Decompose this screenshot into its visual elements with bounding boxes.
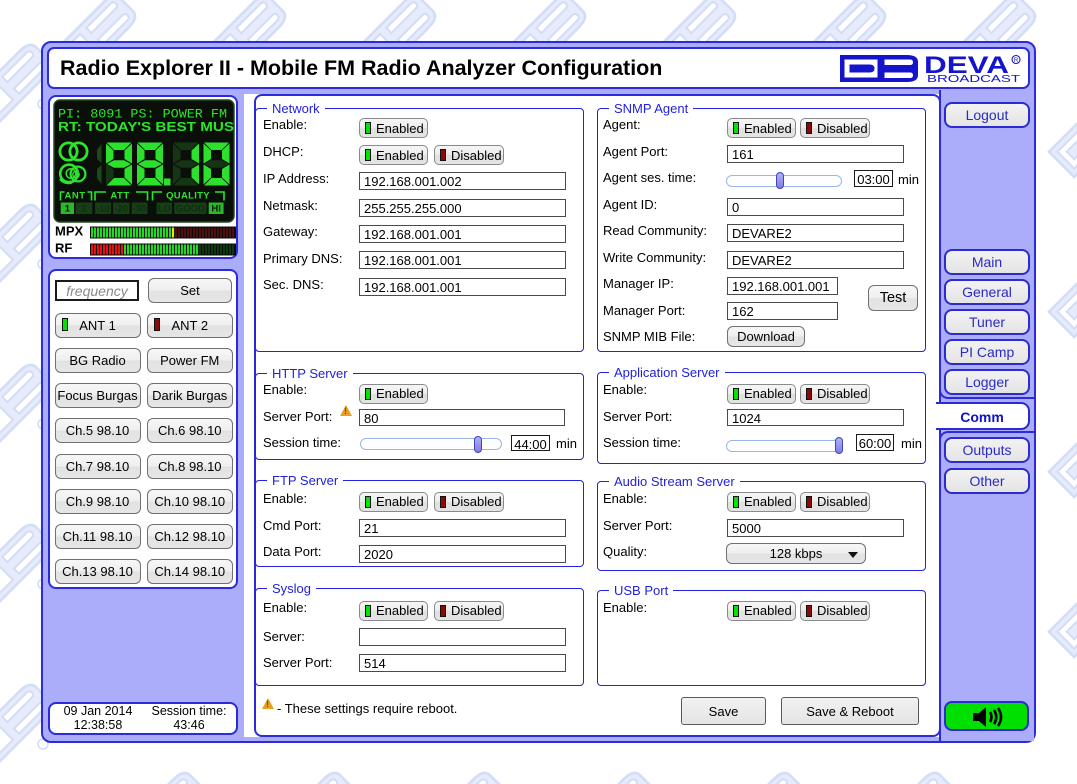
svg-text:R: R <box>1014 58 1019 64</box>
svg-text:ATT: ATT <box>110 191 129 202</box>
svg-text:RT: TODAY'S BEST MUS: RT: TODAY'S BEST MUS <box>58 120 234 134</box>
svg-text:LO: LO <box>158 204 171 215</box>
svg-text:ANT: ANT <box>64 191 85 202</box>
svg-text:1: 1 <box>65 204 71 215</box>
svg-text:RF: RF <box>55 241 72 256</box>
svg-text:-30: -30 <box>133 204 147 215</box>
svg-text:-10: -10 <box>96 204 110 215</box>
svg-text:GOOD: GOOD <box>176 204 205 215</box>
svg-text:-20: -20 <box>114 204 128 215</box>
svg-text:BROADCAST: BROADCAST <box>927 73 1021 85</box>
svg-text:HI: HI <box>211 204 221 215</box>
svg-text:MPX: MPX <box>55 224 84 239</box>
svg-text:2: 2 <box>81 204 86 215</box>
svg-text:QUALITY: QUALITY <box>166 191 210 202</box>
